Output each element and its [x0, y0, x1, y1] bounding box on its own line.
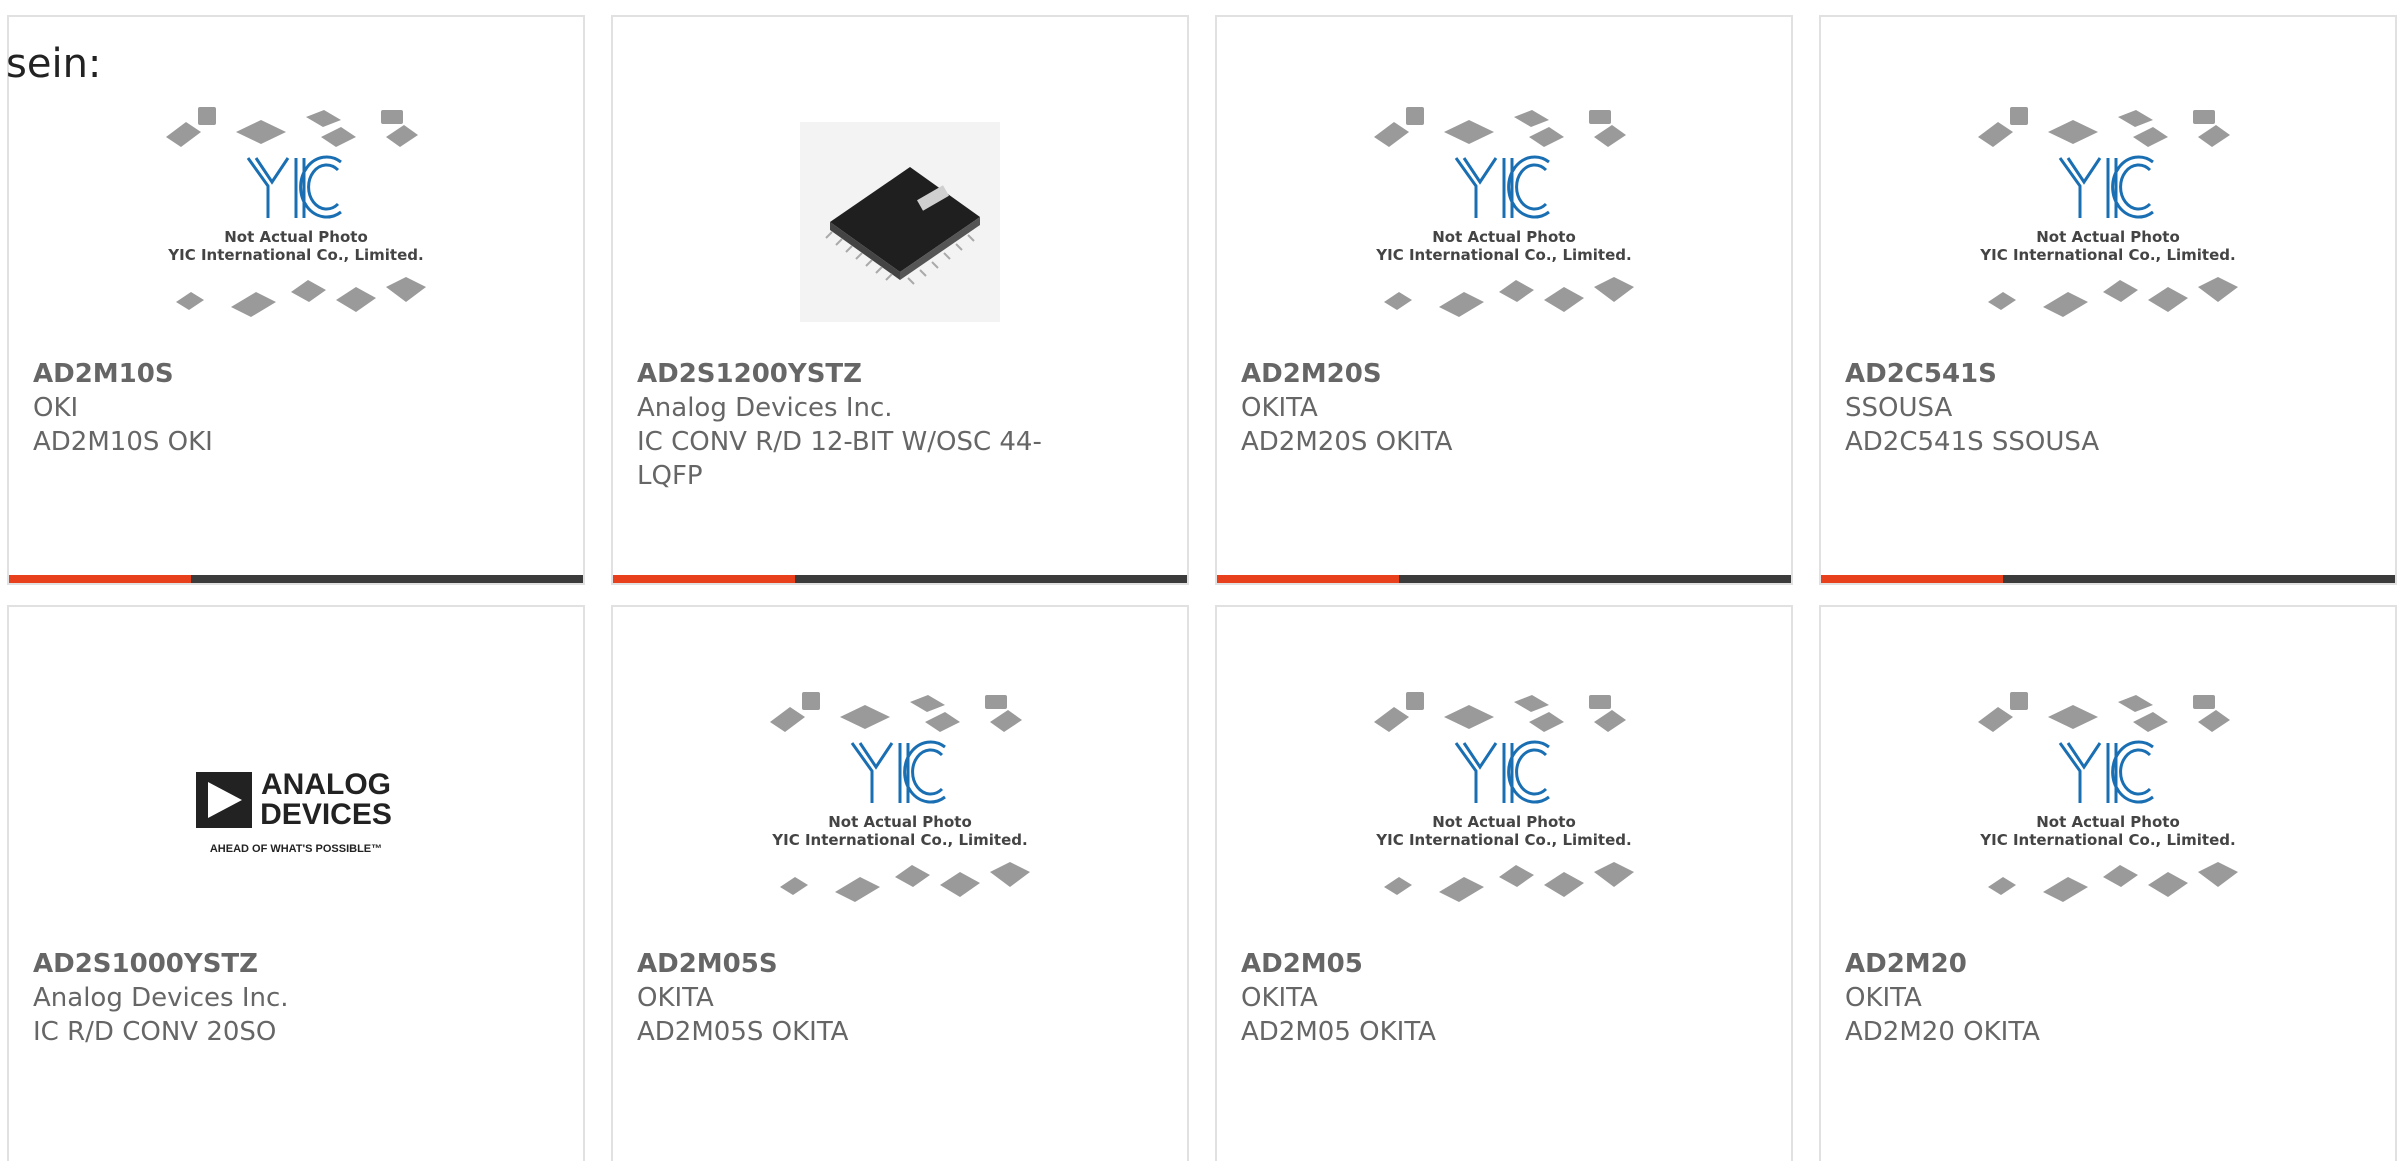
description: AD2M05 OKITA [1241, 1017, 1436, 1047]
yic-placeholder-image: Not Actual Photo YIC International Co., … [1978, 107, 2238, 317]
card-bottom-bar [613, 575, 1187, 583]
product-info: AD2S1200YSTZ Analog Devices Inc. IC CONV… [637, 357, 1057, 493]
product-card[interactable]: ANALOG DEVICES AHEAD OF WHAT'S POSSIBLE™… [7, 605, 585, 1161]
product-grid: Not Actual Photo YIC International Co., … [0, 0, 2400, 1161]
part-number[interactable]: AD2S1000YSTZ [33, 947, 453, 981]
product-image [613, 77, 1187, 367]
product-image-placeholder: Not Actual Photo YIC International Co., … [613, 647, 1187, 967]
placeholder-line2: YIC International Co., Limited. [1979, 831, 2235, 849]
product-card[interactable]: Not Actual Photo YIC International Co., … [1819, 605, 2397, 1161]
manufacturer: OKITA [1241, 983, 1318, 1013]
placeholder-line2: YIC International Co., Limited. [1375, 246, 1631, 264]
description: IC CONV R/D 12-BIT W/OSC 44-LQFP [637, 427, 1042, 491]
product-card[interactable]: Not Actual Photo YIC International Co., … [1819, 15, 2397, 585]
yic-placeholder-image: Not Actual Photo YIC International Co., … [1374, 107, 1634, 317]
product-image-placeholder: Not Actual Photo YIC International Co., … [1821, 647, 2395, 967]
product-info: AD2M20S OKITA AD2M20S OKITA [1241, 357, 1661, 459]
product-card[interactable]: Not Actual Photo YIC International Co., … [1215, 15, 1793, 585]
product-card[interactable]: Not Actual Photo YIC International Co., … [7, 15, 585, 585]
manufacturer: OKITA [637, 983, 714, 1013]
placeholder-line1: Not Actual Photo [1432, 813, 1576, 831]
placeholder-line1: Not Actual Photo [2036, 228, 2180, 246]
product-card[interactable]: Not Actual Photo YIC International Co., … [611, 605, 1189, 1161]
yic-placeholder-image: Not Actual Photo YIC International Co., … [166, 107, 426, 317]
product-image-placeholder: Not Actual Photo YIC International Co., … [1217, 647, 1791, 967]
part-number[interactable]: AD2M20 [1845, 947, 2265, 981]
description: AD2M20 OKITA [1845, 1017, 2040, 1047]
part-number[interactable]: AD2M05 [1241, 947, 1661, 981]
placeholder-line2: YIC International Co., Limited. [1375, 831, 1631, 849]
product-info: AD2M05 OKITA AD2M05 OKITA [1241, 947, 1661, 1049]
logo-line1: ANALOG [261, 768, 391, 801]
card-accent [1217, 575, 1399, 583]
description: IC R/D CONV 20SO [33, 1017, 277, 1047]
manufacturer: OKITA [1845, 983, 1922, 1013]
placeholder-line2: YIC International Co., Limited. [1979, 246, 2235, 264]
intro-text: sein: [6, 41, 102, 87]
description: AD2M10S OKI [33, 427, 213, 457]
product-info: AD2M05S OKITA AD2M05S OKITA [637, 947, 1057, 1049]
card-accent [613, 575, 795, 583]
manufacturer: OKITA [1241, 393, 1318, 423]
manufacturer: SSOUSA [1845, 393, 1953, 423]
product-image-placeholder: Not Actual Photo YIC International Co., … [1217, 77, 1791, 367]
card-accent [1821, 575, 2003, 583]
card-accent [9, 575, 191, 583]
placeholder-line1: Not Actual Photo [224, 228, 368, 246]
product-info: AD2C541S SSOUSA AD2C541S SSOUSA [1845, 357, 2265, 459]
product-image: ANALOG DEVICES AHEAD OF WHAT'S POSSIBLE™ [9, 647, 583, 967]
card-bottom-bar [9, 575, 583, 583]
manufacturer: Analog Devices Inc. [33, 983, 289, 1013]
description: AD2M05S OKITA [637, 1017, 849, 1047]
card-bottom-bar [1217, 575, 1791, 583]
logo-line2: DEVICES [260, 798, 392, 831]
analog-devices-logo: ANALOG DEVICES AHEAD OF WHAT'S POSSIBLE™ [196, 768, 392, 855]
placeholder-line1: Not Actual Photo [2036, 813, 2180, 831]
yic-placeholder-image: Not Actual Photo YIC International Co., … [1374, 692, 1634, 902]
description: AD2M20S OKITA [1241, 427, 1453, 457]
placeholder-line2: YIC International Co., Limited. [771, 831, 1027, 849]
product-card[interactable]: Not Actual Photo YIC International Co., … [1215, 605, 1793, 1161]
manufacturer: OKI [33, 393, 79, 423]
logo-tagline: AHEAD OF WHAT'S POSSIBLE™ [210, 843, 382, 855]
product-info: AD2S1000YSTZ Analog Devices Inc. IC R/D … [33, 947, 453, 1049]
placeholder-line1: Not Actual Photo [828, 813, 972, 831]
yic-placeholder-image: Not Actual Photo YIC International Co., … [1978, 692, 2238, 902]
product-info: AD2M10S OKI AD2M10S OKI [33, 357, 453, 459]
part-number[interactable]: AD2S1200YSTZ [637, 357, 1057, 391]
manufacturer: Analog Devices Inc. [637, 393, 893, 423]
card-bottom-bar [1821, 575, 2395, 583]
product-image-placeholder: Not Actual Photo YIC International Co., … [9, 77, 583, 367]
lqfp-chip-photo [800, 122, 1000, 322]
product-card[interactable]: AD2S1200YSTZ Analog Devices Inc. IC CONV… [611, 15, 1189, 585]
product-image-placeholder: Not Actual Photo YIC International Co., … [1821, 77, 2395, 367]
yic-placeholder-image: Not Actual Photo YIC International Co., … [770, 692, 1030, 902]
part-number[interactable]: AD2M05S [637, 947, 1057, 981]
part-number[interactable]: AD2C541S [1845, 357, 2265, 391]
part-number[interactable]: AD2M10S [33, 357, 453, 391]
product-info: AD2M20 OKITA AD2M20 OKITA [1845, 947, 2265, 1049]
page: sein: Not Actual Photo YIC International… [0, 0, 2400, 1161]
placeholder-line1: Not Actual Photo [1432, 228, 1576, 246]
description: AD2C541S SSOUSA [1845, 427, 2100, 457]
part-number[interactable]: AD2M20S [1241, 357, 1661, 391]
placeholder-line2: YIC International Co., Limited. [167, 246, 423, 264]
